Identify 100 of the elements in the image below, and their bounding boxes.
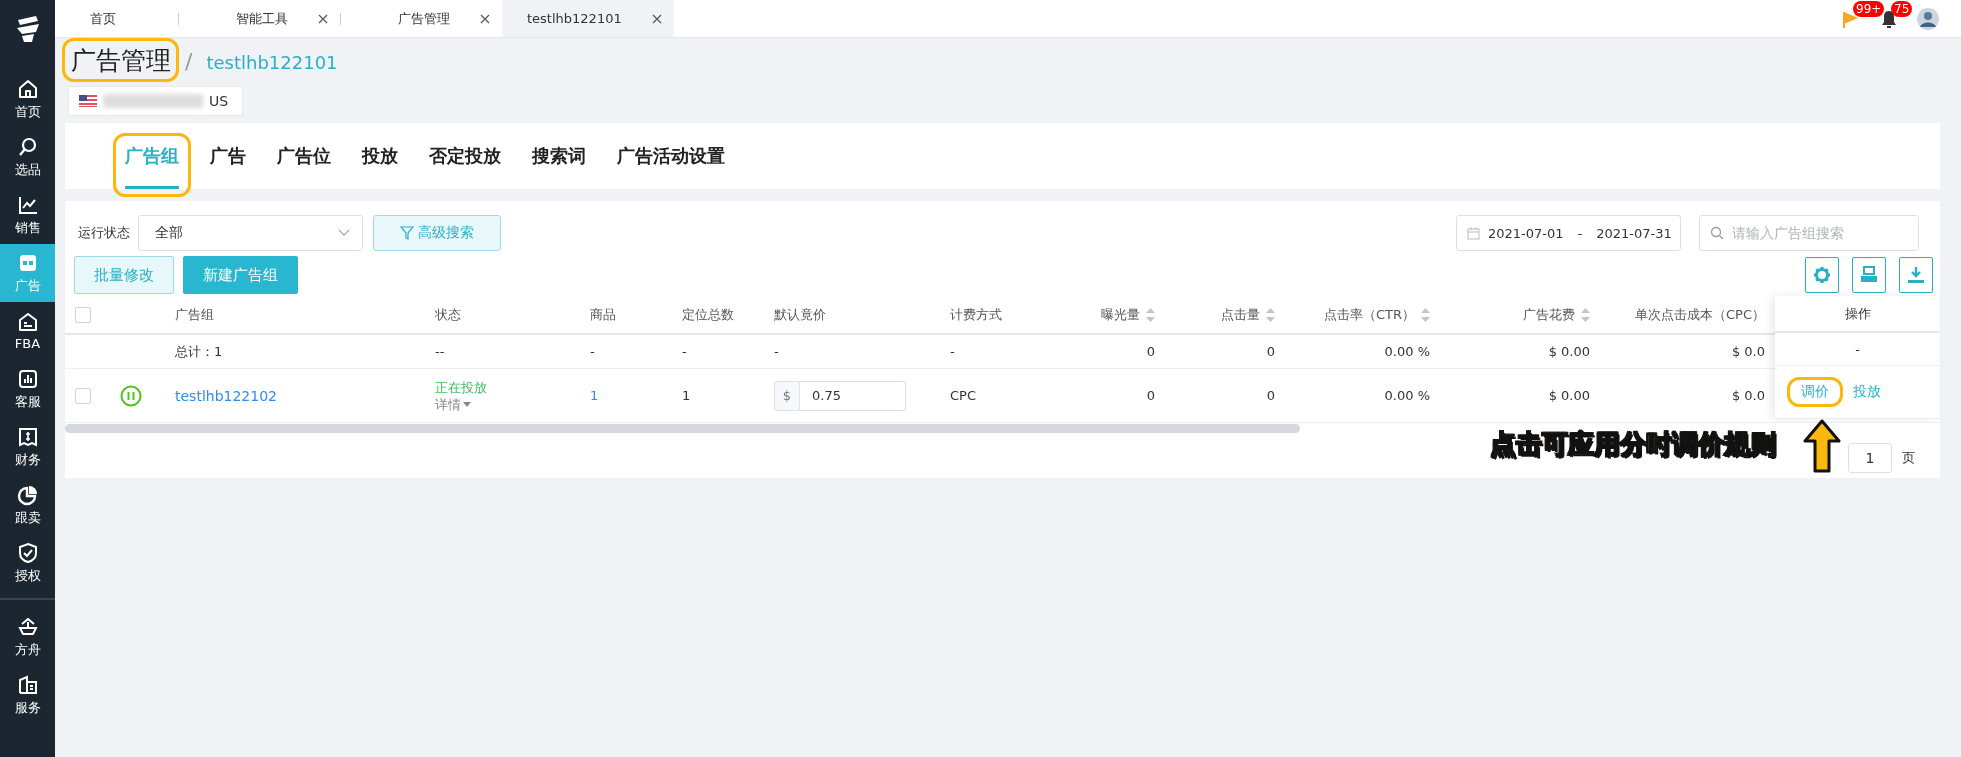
sidebar-item[interactable]: 客服 xyxy=(0,360,55,418)
column-header: 广告花费 xyxy=(1523,305,1575,324)
close-icon[interactable] xyxy=(651,13,662,24)
total-label: 总计：1 xyxy=(174,342,224,361)
column-header: 默认竟价 xyxy=(774,305,826,324)
sidebar-item[interactable]: 销售 xyxy=(0,186,55,244)
column-header: 点击量 xyxy=(1221,305,1260,324)
checkbox[interactable] xyxy=(75,306,91,323)
section-tab[interactable]: 广告 xyxy=(210,123,246,189)
close-icon[interactable] xyxy=(480,13,490,24)
date-range-field[interactable]: 2021-07-01 - 2021-07-31 xyxy=(1456,215,1681,251)
download-button[interactable] xyxy=(1899,257,1933,293)
settings-button[interactable] xyxy=(1805,257,1839,293)
table-cell: - xyxy=(1775,333,1940,366)
column-header: 广告组 xyxy=(175,305,214,324)
bar-chart-icon xyxy=(16,367,39,390)
table-cell-text: 0.00 % xyxy=(1383,343,1431,361)
column-header: 定位总数 xyxy=(682,305,734,324)
column-header: 商品 xyxy=(590,305,616,324)
settings-icon xyxy=(1813,266,1831,284)
printer-icon xyxy=(1860,266,1878,284)
currency-prefix: $ xyxy=(774,380,800,411)
sort-icon[interactable] xyxy=(1581,307,1590,322)
page-tab[interactable]: 广告管理 xyxy=(341,0,502,37)
column-header: 计费方式 xyxy=(950,305,1002,324)
sidebar-item[interactable]: 方舟 xyxy=(0,608,55,666)
status-select[interactable]: 全部 xyxy=(138,215,363,251)
page-tab[interactable]: 智能工具 xyxy=(179,0,340,37)
section-tab[interactable]: 搜索词 xyxy=(532,123,586,189)
count-badge: 75 xyxy=(1891,0,1913,17)
page-tab[interactable]: 首页 xyxy=(70,0,178,37)
table-cell-text: $ 0.00 xyxy=(1547,343,1591,361)
section-tab[interactable]: 广告活动设置 xyxy=(617,123,725,189)
sort-icon[interactable] xyxy=(1146,307,1155,322)
caret-icon xyxy=(463,401,471,407)
count-badge: 99+ xyxy=(1853,0,1885,17)
sidebar-item[interactable]: 跟卖 xyxy=(0,476,55,534)
sidebar-item[interactable]: 服务 xyxy=(0,666,55,724)
sidebar-item[interactable]: 授权 xyxy=(0,534,55,592)
download-icon xyxy=(1907,266,1925,284)
column-header: 操作 xyxy=(1844,304,1871,323)
search-icon xyxy=(1710,226,1724,240)
scrollbar[interactable] xyxy=(65,424,1300,433)
page-suffix: 页 xyxy=(1902,449,1915,467)
shield-check-icon xyxy=(16,541,39,564)
bid-field[interactable]: 0.75 xyxy=(800,380,906,411)
section-tab[interactable]: 投放 xyxy=(362,123,398,189)
sidebar-item[interactable]: 首页 xyxy=(0,70,55,128)
sidebar-item[interactable]: FBA xyxy=(0,302,55,360)
table-cell-text: - xyxy=(949,343,956,361)
checkbox[interactable] xyxy=(75,387,91,404)
table-cell-text: 0 xyxy=(1145,387,1156,405)
close-icon[interactable] xyxy=(318,13,328,24)
section-tab[interactable]: 否定投放 xyxy=(429,123,501,189)
calendar-icon xyxy=(1467,226,1480,240)
arrow-up-icon xyxy=(1803,419,1841,473)
store-selector[interactable]: US xyxy=(68,86,243,116)
us-flag-icon xyxy=(79,95,97,107)
sidebar-item[interactable]: 财务 xyxy=(0,418,55,476)
table-cell-text: $ 0.0 xyxy=(1730,343,1766,361)
sort-icon[interactable] xyxy=(1421,307,1430,322)
column-header: 点击率（CTR） xyxy=(1323,305,1415,324)
table-cell-text: $ 0.00 xyxy=(1547,387,1591,405)
column-header: 单次点击成本（CPC） xyxy=(1635,305,1765,324)
status-text: 正在投放 xyxy=(435,378,487,396)
pie-chart-icon xyxy=(16,483,39,506)
table-cell-text: - xyxy=(589,343,596,361)
table-cell-text: CPC xyxy=(949,387,977,405)
page-input[interactable]: 1 xyxy=(1848,443,1892,473)
callout-text: 点击可应用分时调价规则 xyxy=(1490,428,1776,461)
chevron-down-icon xyxy=(338,229,350,237)
table-cell-text: -- xyxy=(434,343,446,361)
table-cell-text: 0 xyxy=(1145,343,1156,361)
column-header: 曝光量 xyxy=(1101,305,1140,324)
print-button[interactable] xyxy=(1852,257,1886,293)
boat-icon xyxy=(16,615,39,638)
page-tab[interactable]: testlhb122101 xyxy=(502,0,674,37)
breadcrumb-separator: / xyxy=(185,49,193,74)
table-cell-text: 1 xyxy=(681,387,692,405)
column-header: 状态 xyxy=(435,305,461,324)
avatar[interactable] xyxy=(1917,7,1939,30)
sort-icon[interactable] xyxy=(1266,307,1275,322)
building-icon xyxy=(16,673,39,696)
filter-label: 运行状态 xyxy=(78,224,130,242)
house-icon xyxy=(16,311,39,333)
home-icon xyxy=(16,77,39,100)
sidebar-item[interactable]: 选品 xyxy=(0,128,55,186)
table-cell-text: - xyxy=(681,343,688,361)
table-cell-text: 0 xyxy=(1265,343,1276,361)
page-title: 广告管理 xyxy=(71,44,171,77)
table-cell-text: 0 xyxy=(1265,387,1276,405)
section-tab[interactable]: 广告位 xyxy=(277,123,331,189)
table-cell-text: - xyxy=(773,343,780,361)
table-cell-text: 0.00 % xyxy=(1383,387,1431,405)
search-field[interactable]: 请输入广告组搜索 xyxy=(1699,215,1919,251)
table-cell-text: $ 0.0 xyxy=(1730,387,1766,405)
receipt-icon xyxy=(16,425,39,448)
details-toggle[interactable]: 详情 xyxy=(435,395,487,413)
pause-icon[interactable] xyxy=(120,384,142,407)
filter-icon xyxy=(400,226,414,240)
